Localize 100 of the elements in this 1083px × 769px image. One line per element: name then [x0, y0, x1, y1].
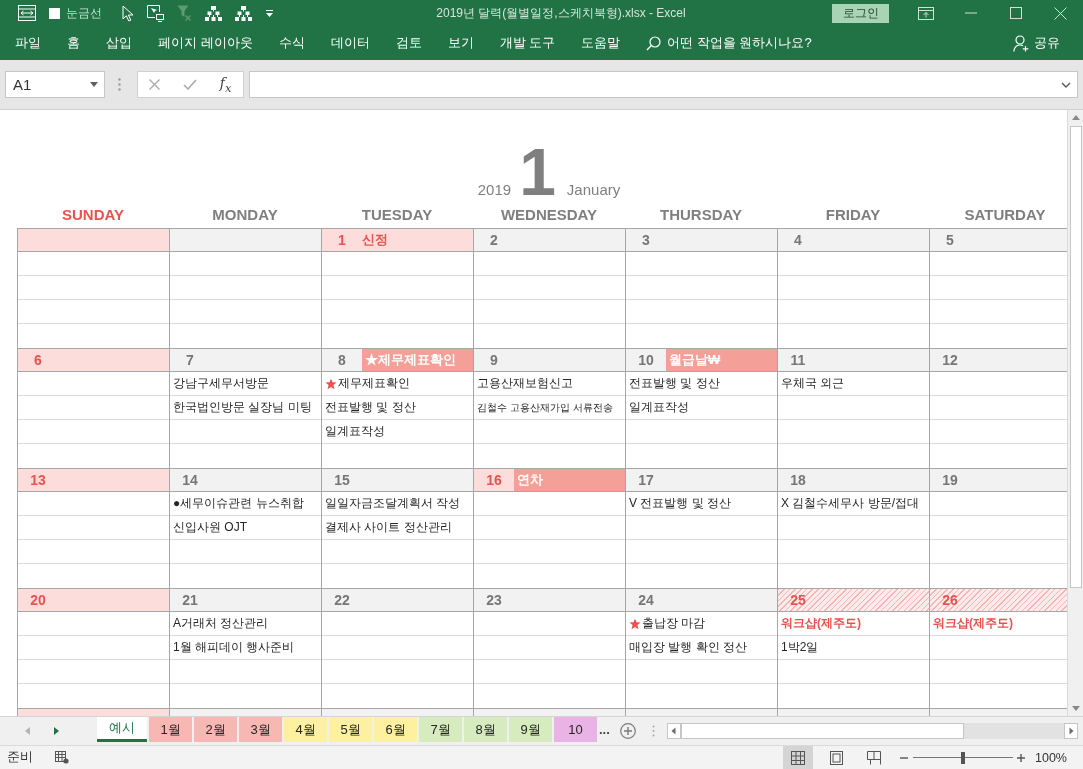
task-text: 출납장 마감: [642, 615, 706, 632]
status-text: 준비: [7, 749, 33, 766]
holiday-label: 신정: [362, 231, 388, 249]
tell-me-search[interactable]: 어떤 작업을 원하시나요?: [646, 34, 812, 52]
table-icon[interactable]: [18, 5, 36, 21]
gridlines-checkbox[interactable]: [49, 7, 60, 19]
ribbon-tab[interactable]: 검토: [395, 34, 422, 52]
gridlines-label[interactable]: 눈금선: [66, 4, 102, 22]
horizontal-scrollbar[interactable]: [667, 723, 1078, 739]
login-button[interactable]: 로그인: [832, 3, 889, 23]
date-number: 3: [642, 232, 650, 248]
weekday-label: WEDNESDAY: [500, 205, 598, 223]
ribbon-tab[interactable]: 페이지 레이아웃: [158, 34, 253, 52]
date-number: 13: [30, 472, 46, 488]
zoom-thumb[interactable]: [961, 751, 965, 764]
caret-right-icon[interactable]: [1064, 723, 1078, 739]
weekday-label: FRIDAY: [825, 205, 881, 223]
scroll-thumb[interactable]: [681, 723, 964, 739]
weekday-label: MONDAY: [212, 205, 278, 223]
task-text: A거래처 정산관리: [173, 615, 269, 632]
search-icon: [646, 35, 662, 51]
event-badge: 연차: [514, 469, 625, 491]
split-page-icon: [867, 750, 881, 765]
grid-dot-icon[interactable]: [55, 751, 69, 764]
date-number: 23: [486, 592, 502, 608]
sheet-tab[interactable]: 6월: [374, 717, 417, 742]
plus-icon[interactable]: [1017, 753, 1025, 762]
date-number: 20: [30, 592, 46, 608]
task-text: ●세무이슈관련 뉴스취합: [173, 495, 304, 512]
sheet-tab[interactable]: 10: [554, 717, 597, 742]
date-number: 24: [638, 592, 654, 608]
date-number: 21: [182, 592, 198, 608]
sheet-tab[interactable]: 4월: [284, 717, 327, 742]
date-number: 8: [338, 352, 346, 368]
ribbon-tab[interactable]: 홈: [67, 34, 80, 52]
page-icon: [829, 750, 843, 765]
caret-left-icon[interactable]: [667, 723, 681, 739]
close-icon[interactable]: [1054, 6, 1067, 20]
scroll-thumb[interactable]: [1069, 126, 1082, 588]
date-number: 11: [790, 352, 806, 368]
sheet-tab[interactable]: 2월: [194, 717, 237, 742]
sheet-tab[interactable]: 9월: [509, 717, 552, 742]
window-title: 2019년 달력(월별일정,스케치북형).xlsx - Excel: [435, 4, 687, 22]
year-label: 2019: [477, 181, 512, 198]
sheet-tab[interactable]: 7월: [419, 717, 462, 742]
date-number: 14: [182, 472, 198, 488]
task-text: 강남구세무서방문: [173, 375, 269, 392]
date-number: 12: [942, 352, 958, 368]
task-text: 일계표작성: [629, 399, 689, 416]
vertical-scrollbar[interactable]: [1067, 110, 1083, 716]
caret-icon[interactable]: [265, 9, 274, 17]
window-icon[interactable]: [917, 6, 934, 20]
weekday-label: SUNDAY: [62, 205, 124, 223]
caret-up-icon[interactable]: [1071, 115, 1080, 120]
ribbon-tab[interactable]: 보기: [447, 34, 474, 52]
sheet-tab[interactable]: 8월: [464, 717, 507, 742]
ribbon-tab[interactable]: 파일: [15, 34, 41, 52]
ribbon-tab[interactable]: 삽입: [106, 34, 132, 52]
pointer-icon[interactable]: [122, 4, 134, 22]
date-number: 6: [34, 352, 42, 368]
date-number: 19: [942, 472, 958, 488]
zoom-level[interactable]: 100%: [1035, 750, 1067, 765]
normal-view-button[interactable]: [783, 746, 813, 769]
hierarchy-icon[interactable]: [235, 5, 252, 21]
name-box[interactable]: A1: [5, 71, 105, 98]
maximize-icon[interactable]: [1009, 7, 1022, 19]
chevron-down-icon[interactable]: [1061, 81, 1071, 88]
date-number: 22: [334, 592, 350, 608]
sheet-tab[interactable]: 예시: [97, 717, 147, 742]
ribbon-tab[interactable]: 데이터: [330, 34, 370, 52]
date-number: 15: [334, 472, 350, 488]
sheet-tab[interactable]: 3월: [239, 717, 282, 742]
date-number: 26: [942, 592, 958, 608]
triangle-right-icon[interactable]: [54, 727, 59, 735]
date-number: 25: [790, 592, 806, 608]
more-tabs-button[interactable]: ...: [599, 722, 610, 737]
formula-input[interactable]: [249, 71, 1078, 98]
date-number: 4: [794, 232, 802, 248]
check-icon[interactable]: [183, 79, 198, 90]
insert-function-button[interactable]: f$_{x}$: [219, 74, 232, 95]
ribbon-tab[interactable]: 개발 도구: [499, 34, 556, 52]
task-text: 일계표작성: [325, 423, 385, 440]
date-number: 2: [490, 232, 498, 248]
task-text: 전표발행 및 정산: [629, 375, 720, 392]
hierarchy-icon[interactable]: [205, 5, 222, 21]
caret-down-icon[interactable]: [1071, 706, 1080, 711]
sheet-tab[interactable]: 1월: [149, 717, 192, 742]
star-icon: [325, 377, 337, 390]
sheet-tab[interactable]: 5월: [329, 717, 372, 742]
date-number: 1: [338, 232, 346, 248]
minus-icon[interactable]: [900, 756, 908, 759]
share-button[interactable]: 공유: [1013, 34, 1060, 52]
task-text: V 전표발행 및 정산: [629, 495, 731, 512]
plus-circle-icon[interactable]: [619, 723, 636, 739]
screen-icon[interactable]: [147, 4, 164, 22]
task-text: 워크샵(제주도): [933, 615, 1013, 632]
date-number: 10: [638, 352, 654, 368]
date-number: 18: [790, 472, 806, 488]
ribbon-tab[interactable]: 수식: [278, 34, 305, 52]
ribbon-tab[interactable]: 도움말: [581, 34, 621, 52]
